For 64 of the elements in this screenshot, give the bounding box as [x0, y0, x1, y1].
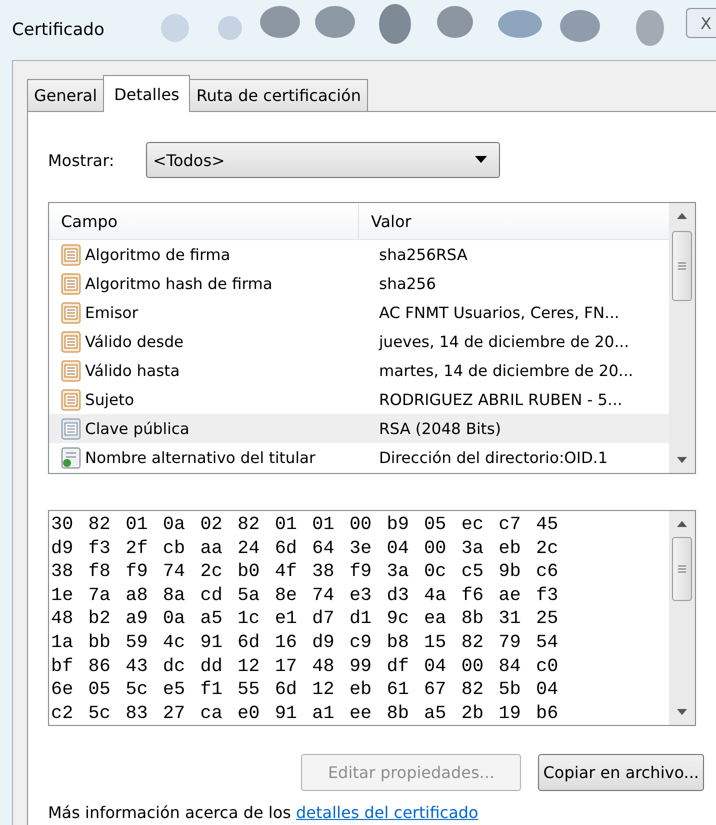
- field-value: sha256: [379, 274, 436, 292]
- field-row[interactable]: Válido hasta martes, 14 de diciembre de 20...: [49, 356, 669, 385]
- field-name: Válido desde: [85, 332, 184, 350]
- field-name: Algoritmo hash de firma: [85, 274, 272, 292]
- up-arrow-icon[interactable]: [677, 521, 687, 527]
- document-icon: [61, 360, 81, 382]
- hex-line: bf 86 43 dc dd 12 17 48 99 df 04 00 84 c0: [51, 654, 560, 678]
- field-row[interactable]: Emisor AC FNMT Usuarios, Ceres, FN...: [49, 298, 669, 327]
- document-icon: [61, 272, 81, 294]
- field-value: Dirección del directorio:OID.1: [379, 448, 608, 466]
- hex-line: 1a bb 59 4c 91 6d 16 d9 c9 b8 15 82 79 54: [51, 630, 560, 655]
- info-text: Más información acerca de los: [48, 803, 291, 822]
- tab[interactable]: Ruta de certificación: [189, 79, 368, 111]
- up-arrow-icon[interactable]: [677, 213, 687, 219]
- tab[interactable]: General: [27, 79, 104, 111]
- document-icon: [61, 446, 81, 468]
- window-title: Certificado: [12, 20, 104, 40]
- field-row[interactable]: Clave pública RSA (2048 Bits): [49, 414, 669, 443]
- hex-line: 38 f8 f9 74 2c b0 4f 38 f9 3a 0c c5 9b c6: [51, 560, 560, 584]
- close-button[interactable]: X: [686, 8, 716, 38]
- document-icon: [61, 388, 81, 410]
- document-icon: [61, 418, 81, 440]
- scrollbar[interactable]: [669, 511, 695, 725]
- document-icon: [61, 244, 81, 266]
- scroll-thumb[interactable]: [672, 231, 692, 301]
- hex-line: 6e 05 5c e5 f1 55 6d 12 eb 61 67 82 5b 04: [51, 678, 560, 702]
- grip-icon: [677, 565, 687, 573]
- field-name: Válido hasta: [85, 362, 180, 380]
- field-value: martes, 14 de diciembre de 20...: [379, 362, 634, 380]
- hex-line: d9 f3 2f cb aa 24 6d 64 3e 04 00 3a eb 2c: [51, 536, 560, 560]
- hex-line: 30 82 01 0a 02 82 01 01 00 b9 05 ec c7 45: [51, 513, 560, 537]
- field-value: RODRIGUEZ ABRIL RUBEN - 5...: [379, 390, 622, 408]
- document-icon: [61, 302, 81, 324]
- field-value: sha256RSA: [379, 246, 468, 264]
- field-row[interactable]: Algoritmo de firma sha256RSA: [49, 240, 669, 269]
- field-value: jueves, 14 de diciembre de 20...: [379, 332, 630, 350]
- hex-line: c2 5c 83 27 ca e0 91 a1 ee 8b a5 2b 19 b6: [51, 702, 560, 725]
- show-dropdown[interactable]: <Todos>: [146, 142, 500, 178]
- field-row[interactable]: Sujeto RODRIGUEZ ABRIL RUBEN - 5...: [49, 385, 669, 414]
- scroll-thumb[interactable]: [672, 537, 692, 601]
- hex-line: 1e 7a a8 8a cd 5a 8e 74 e3 d3 4a f6 ae f3: [51, 584, 560, 608]
- field-row[interactable]: Nombre alternativo del titular Dirección del directorio:OID.1: [49, 443, 669, 472]
- field-row[interactable]: Válido desde jueves, 14 de diciembre de 20...: [49, 327, 669, 356]
- column-header[interactable]: Campo: [49, 204, 359, 239]
- hex-line: 48 b2 a9 0a a5 1c e1 d7 d1 9c ea 8b 31 25: [51, 607, 560, 631]
- down-arrow-icon[interactable]: [677, 457, 687, 463]
- field-name: Nombre alternativo del titular: [85, 448, 316, 466]
- field-value: AC FNMT Usuarios, Ceres, FN...: [379, 304, 620, 322]
- details-link[interactable]: detalles del certificado: [296, 803, 478, 822]
- field-value: RSA (2048 Bits): [379, 420, 501, 438]
- field-name: Clave pública: [85, 420, 190, 438]
- tab[interactable]: Detalles: [103, 75, 190, 112]
- show-label: Mostrar:: [48, 150, 116, 170]
- field-name: Emisor: [85, 304, 138, 322]
- field-name: Sujeto: [85, 390, 134, 408]
- column-header[interactable]: Valor: [359, 204, 669, 239]
- field-name: Algoritmo de firma: [85, 246, 230, 264]
- down-arrow-icon[interactable]: [677, 709, 687, 715]
- caret-icon: [475, 156, 487, 164]
- grip-icon: [677, 262, 687, 270]
- field-row[interactable]: Algoritmo hash de firma sha256: [49, 269, 669, 298]
- scrollbar[interactable]: [669, 203, 695, 473]
- document-icon: [61, 330, 81, 352]
- action-button[interactable]: Copiar en archivo...: [538, 754, 704, 791]
